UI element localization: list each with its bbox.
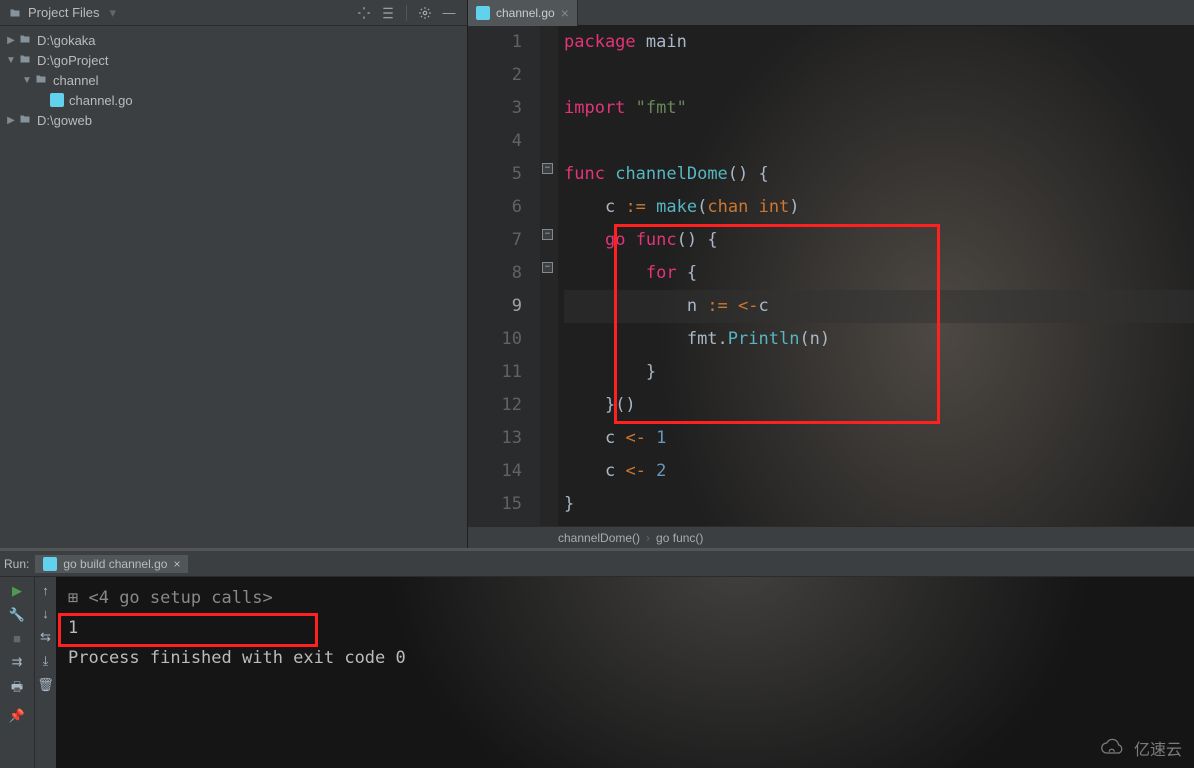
tab-label: channel.go [496, 6, 555, 20]
stop-icon[interactable]: ■ [13, 631, 21, 646]
console-line: ⊞ <4 go setup calls> [68, 583, 1182, 613]
code-line[interactable]: } [564, 356, 1194, 389]
gear-icon[interactable] [415, 3, 435, 23]
folder-icon [18, 33, 32, 48]
code-line[interactable]: func channelDome() { [564, 158, 1194, 191]
code-line[interactable]: fmt.Println(n) [564, 323, 1194, 356]
code-line[interactable]: package main [564, 26, 1194, 59]
run-console[interactable]: ⊞ <4 go setup calls>1Process finished wi… [56, 577, 1194, 768]
dropdown-icon[interactable]: ▾ [110, 5, 117, 21]
pin-icon[interactable]: 📌 [9, 708, 25, 724]
editor-tab[interactable]: channel.go × [468, 0, 578, 26]
breadcrumb-item[interactable]: go func() [656, 531, 703, 545]
locate-icon[interactable] [354, 3, 374, 23]
go-file-icon [50, 93, 64, 107]
chevron-right-icon: › [646, 531, 650, 545]
code-line[interactable] [564, 59, 1194, 92]
breadcrumbs[interactable]: channelDome() › go func() [468, 526, 1194, 548]
code-line[interactable]: c <- 2 [564, 455, 1194, 488]
project-pane: Project Files ▾ — ▶D:\gokaka▼D:\goProjec… [0, 0, 468, 548]
console-line: Process finished with exit code 0 [68, 643, 1182, 673]
tree-label: channel.go [69, 93, 133, 108]
folder-item[interactable]: ▼channel [0, 70, 467, 90]
project-header: Project Files ▾ — [0, 0, 467, 26]
scroll-icon[interactable]: ⤓ [43, 653, 49, 669]
fold-mark[interactable]: − [542, 262, 553, 273]
wrap-icon[interactable]: ⇆ [40, 629, 51, 645]
code-line[interactable] [564, 125, 1194, 158]
watermark: 亿速云 [1098, 736, 1182, 760]
code-line[interactable]: c <- 1 [564, 422, 1194, 455]
fold-column: − − − [540, 26, 558, 526]
down-icon[interactable]: ↓ [42, 606, 49, 621]
collapse-icon[interactable] [378, 3, 398, 23]
run-toolbar-2: ↑ ↓ ⇆ ⤓ 🗑 [34, 577, 56, 768]
run-header: Run: go build channel.go × [0, 551, 1194, 577]
code-line[interactable]: go func() { [564, 224, 1194, 257]
tree-label: channel [53, 73, 99, 88]
go-file-icon [43, 557, 57, 571]
tree-label: D:\gokaka [37, 33, 96, 48]
run-panel: Run: go build channel.go × ▶ 🔧 ■ ⇉ 🖶 📌 ↑… [0, 548, 1194, 768]
folder-item[interactable]: ▼D:\goProject [0, 50, 467, 70]
code-line[interactable]: c := make(chan int) [564, 191, 1194, 224]
editor-pane: channel.go × 123456789101112131415 − − −… [468, 0, 1194, 548]
run-toolbar: ▶ 🔧 ■ ⇉ 🖶 📌 [0, 577, 34, 768]
run-tab-label: go build channel.go [63, 557, 167, 571]
tree-label: D:\goweb [37, 113, 92, 128]
up-icon[interactable]: ↑ [42, 583, 49, 598]
project-tree: ▶D:\gokaka▼D:\goProject▼channel channel.g… [0, 26, 467, 134]
run-label: Run: [4, 557, 29, 571]
project-title: Project Files [28, 5, 100, 20]
code-line[interactable]: }() [564, 389, 1194, 422]
run-tab[interactable]: go build channel.go × [35, 555, 188, 573]
code-line[interactable]: } [564, 488, 1194, 521]
hide-icon[interactable]: — [439, 3, 459, 23]
cloud-icon [1098, 737, 1128, 759]
close-icon[interactable]: × [561, 5, 569, 21]
code-area[interactable]: package main import "fmt" func channelDome… [558, 26, 1194, 526]
close-icon[interactable]: × [173, 557, 180, 571]
file-item[interactable]: channel.go [0, 90, 467, 110]
breadcrumb-item[interactable]: channelDome() [558, 531, 640, 545]
print-icon[interactable]: 🖶 [11, 678, 23, 700]
trash-icon[interactable]: 🗑 [37, 677, 54, 693]
folder-item[interactable]: ▶D:\goweb [0, 110, 467, 130]
code-line[interactable]: import "fmt" [564, 92, 1194, 125]
tree-label: D:\goProject [37, 53, 109, 68]
line-gutter: 123456789101112131415 [468, 26, 540, 526]
rerun-icon[interactable]: ▶ [12, 583, 22, 599]
tool-icon[interactable]: 🔧 [9, 607, 25, 623]
code-line[interactable]: n := <-c [564, 290, 1194, 323]
layout-icon[interactable]: ⇉ [12, 654, 23, 670]
highlight-box [58, 613, 318, 647]
folder-icon [8, 7, 22, 19]
folder-icon [34, 73, 48, 88]
folder-icon [18, 53, 32, 68]
folder-item[interactable]: ▶D:\gokaka [0, 30, 467, 50]
editor-body[interactable]: 123456789101112131415 − − − package main… [468, 26, 1194, 526]
folder-icon [18, 113, 32, 128]
go-file-icon [476, 6, 490, 20]
fold-mark[interactable]: − [542, 229, 553, 240]
editor-tab-bar: channel.go × [468, 0, 1194, 26]
fold-mark[interactable]: − [542, 163, 553, 174]
code-line[interactable]: for { [564, 257, 1194, 290]
